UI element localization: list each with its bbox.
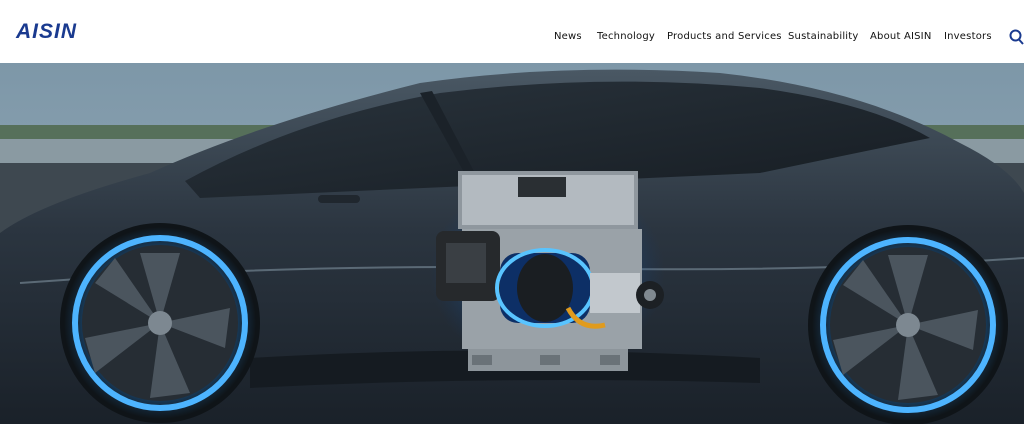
nav-item-products-and-services[interactable]: Products and Services xyxy=(667,31,782,42)
hero-banner xyxy=(0,63,1024,424)
aisin-logo[interactable]: AISIN xyxy=(16,21,77,43)
nav-item-sustainability[interactable]: Sustainability xyxy=(788,31,859,42)
site-header: AISIN News Technology Products and Servi… xyxy=(0,0,1024,63)
nav-item-technology[interactable]: Technology xyxy=(597,31,655,42)
nav-item-investors[interactable]: Investors xyxy=(944,31,992,42)
eaxle-unit-illustration xyxy=(430,171,665,373)
hero-image xyxy=(0,63,1024,424)
search-icon[interactable] xyxy=(1009,29,1024,45)
nav-item-about-aisin[interactable]: About AISIN xyxy=(870,31,932,42)
nav-item-news[interactable]: News xyxy=(554,31,582,42)
